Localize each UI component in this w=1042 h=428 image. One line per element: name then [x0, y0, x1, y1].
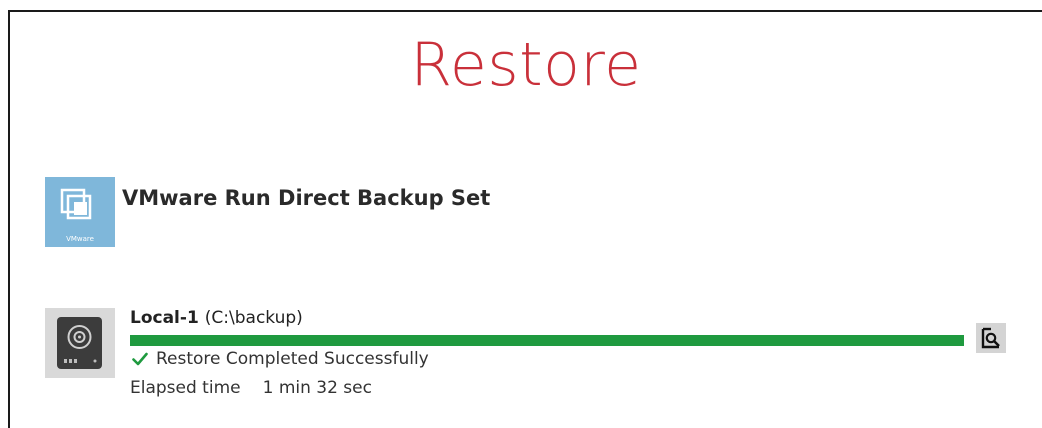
elapsed-label: Elapsed time — [130, 378, 241, 398]
hard-drive-icon — [45, 308, 115, 378]
drive-graphic — [64, 325, 97, 363]
check-icon — [132, 352, 148, 366]
elapsed-value: 1 min 32 sec — [262, 378, 372, 398]
view-log-button[interactable] — [976, 323, 1006, 353]
restore-progress-fill — [130, 335, 964, 346]
restore-panel: Restore VMware VMware Run Direct Backup … — [8, 10, 1042, 428]
destination-path: (C:\backup) — [204, 308, 303, 328]
page-title: Restore — [410, 30, 642, 100]
elapsed-time-row: Elapsed time 1 min 32 sec — [130, 378, 372, 398]
restore-status: Restore Completed Successfully — [130, 349, 429, 369]
vmware-logo-graphic — [60, 188, 92, 220]
destination-heading: Local-1 (C:\backup) — [130, 308, 303, 328]
status-text: Restore Completed Successfully — [156, 349, 429, 369]
destination-name: Local-1 — [130, 308, 199, 328]
magnify-log-icon — [981, 327, 1000, 349]
backupset-name: VMware Run Direct Backup Set — [122, 186, 491, 210]
backupset-icon-caption: VMware — [66, 235, 94, 243]
vmware-icon: VMware — [45, 177, 115, 247]
restore-progress-bar — [130, 335, 964, 346]
drive-body — [57, 317, 102, 369]
